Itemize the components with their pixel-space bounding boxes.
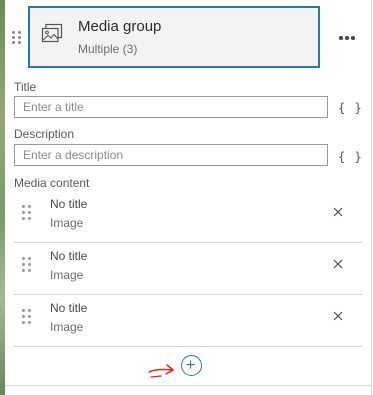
- card-title: Media group: [78, 18, 162, 35]
- media-group-card[interactable]: Media group Multiple (3): [28, 6, 320, 68]
- drag-handle-icon[interactable]: [22, 205, 32, 221]
- media-item-title: No title: [50, 249, 88, 263]
- media-item-type: Image: [50, 268, 84, 282]
- card-subtitle: Multiple (3): [78, 42, 138, 56]
- media-content-label: Media content: [14, 176, 90, 190]
- media-item-title: No title: [50, 197, 88, 211]
- more-horizontal-icon: [339, 36, 343, 40]
- description-label: Description: [14, 127, 75, 141]
- annotation-arrow: [148, 364, 174, 378]
- image-gallery-icon: [41, 23, 63, 43]
- drag-handle-icon[interactable]: [22, 309, 32, 325]
- description-input[interactable]: [14, 144, 328, 166]
- title-label: Title: [14, 80, 37, 94]
- media-item[interactable]: No title Image: [14, 243, 362, 295]
- add-media-button[interactable]: [181, 355, 202, 376]
- media-item-title: No title: [50, 301, 88, 315]
- media-item[interactable]: No title Image: [14, 191, 362, 243]
- panel-divider: [5, 385, 371, 386]
- title-input[interactable]: [14, 96, 328, 118]
- media-item[interactable]: No title Image: [14, 295, 362, 347]
- media-group-panel: Media group Multiple (3) Title { } Descr…: [5, 0, 372, 395]
- media-item-type: Image: [50, 320, 84, 334]
- plus-icon: [186, 360, 195, 369]
- close-icon[interactable]: [332, 258, 344, 270]
- close-icon[interactable]: [332, 206, 344, 218]
- drag-handle-icon[interactable]: [12, 31, 22, 45]
- close-icon[interactable]: [332, 310, 344, 322]
- media-item-type: Image: [50, 216, 84, 230]
- description-expression-button[interactable]: { }: [338, 150, 363, 164]
- more-options-button[interactable]: [337, 28, 357, 48]
- title-expression-button[interactable]: { }: [338, 101, 363, 115]
- drag-handle-icon[interactable]: [22, 257, 32, 273]
